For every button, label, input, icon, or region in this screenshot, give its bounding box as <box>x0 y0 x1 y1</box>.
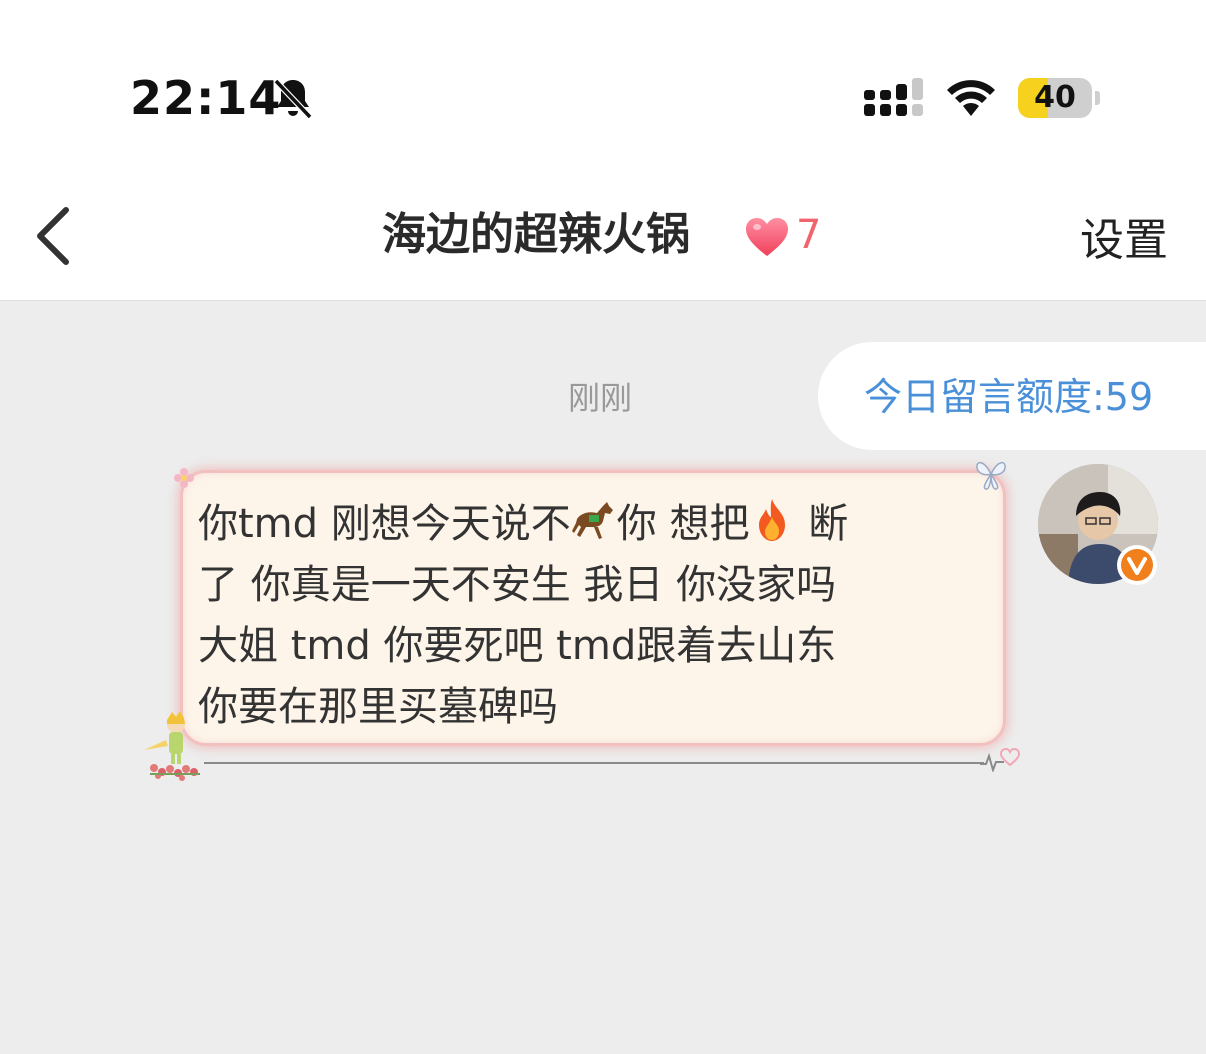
message-line-1a: 你tmd 刚想今天说不 <box>198 501 571 547</box>
message-line-2: 了 你真是一天不安生 我日 你没家吗 <box>198 562 837 608</box>
message-line-1: 你tmd 刚想今天说不 你 想把 断 <box>198 499 849 547</box>
message-line-4: 你要在那里买墓碑吗 <box>198 684 558 730</box>
message-line-1b: 你 想把 <box>616 501 750 547</box>
little-prince-decoration-icon <box>144 711 200 781</box>
small-heart-decoration-icon <box>1000 748 1020 766</box>
heart-count: 7 <box>796 212 822 258</box>
message-line-1c: 断 <box>808 501 849 547</box>
message-timestamp: 刚刚 <box>568 379 633 417</box>
bubble-divider <box>204 762 984 764</box>
heart-icon <box>746 218 788 256</box>
chat-title: 海边的超辣火锅 <box>382 209 690 260</box>
horse-emoji-icon <box>571 502 613 539</box>
butterfly-decoration-icon <box>976 461 1006 490</box>
battery-level-text: 40 <box>1034 80 1076 115</box>
battery-indicator: 40 <box>1018 78 1092 118</box>
cellular-signal-icon <box>864 78 923 116</box>
fire-emoji-icon <box>759 499 786 541</box>
settings-button[interactable]: 设置 <box>1080 212 1168 270</box>
message-line-3: 大姐 tmd 你要死吧 tmd跟着去山东 <box>198 623 837 669</box>
status-time: 22:14 <box>130 71 282 125</box>
message-quota-text: 今日留言额度:59 <box>864 375 1154 419</box>
flower-decoration-icon <box>174 468 194 488</box>
verified-v-badge-icon <box>1117 545 1157 585</box>
battery-nub <box>1095 91 1100 105</box>
message-text: 你tmd 刚想今天说不 你 想把 断 了 你真是一天不安生 我日 你没家吗 大姐… <box>198 494 998 738</box>
back-chevron-icon[interactable] <box>28 204 78 268</box>
bell-muted-icon <box>273 78 313 120</box>
wifi-icon <box>947 80 995 116</box>
